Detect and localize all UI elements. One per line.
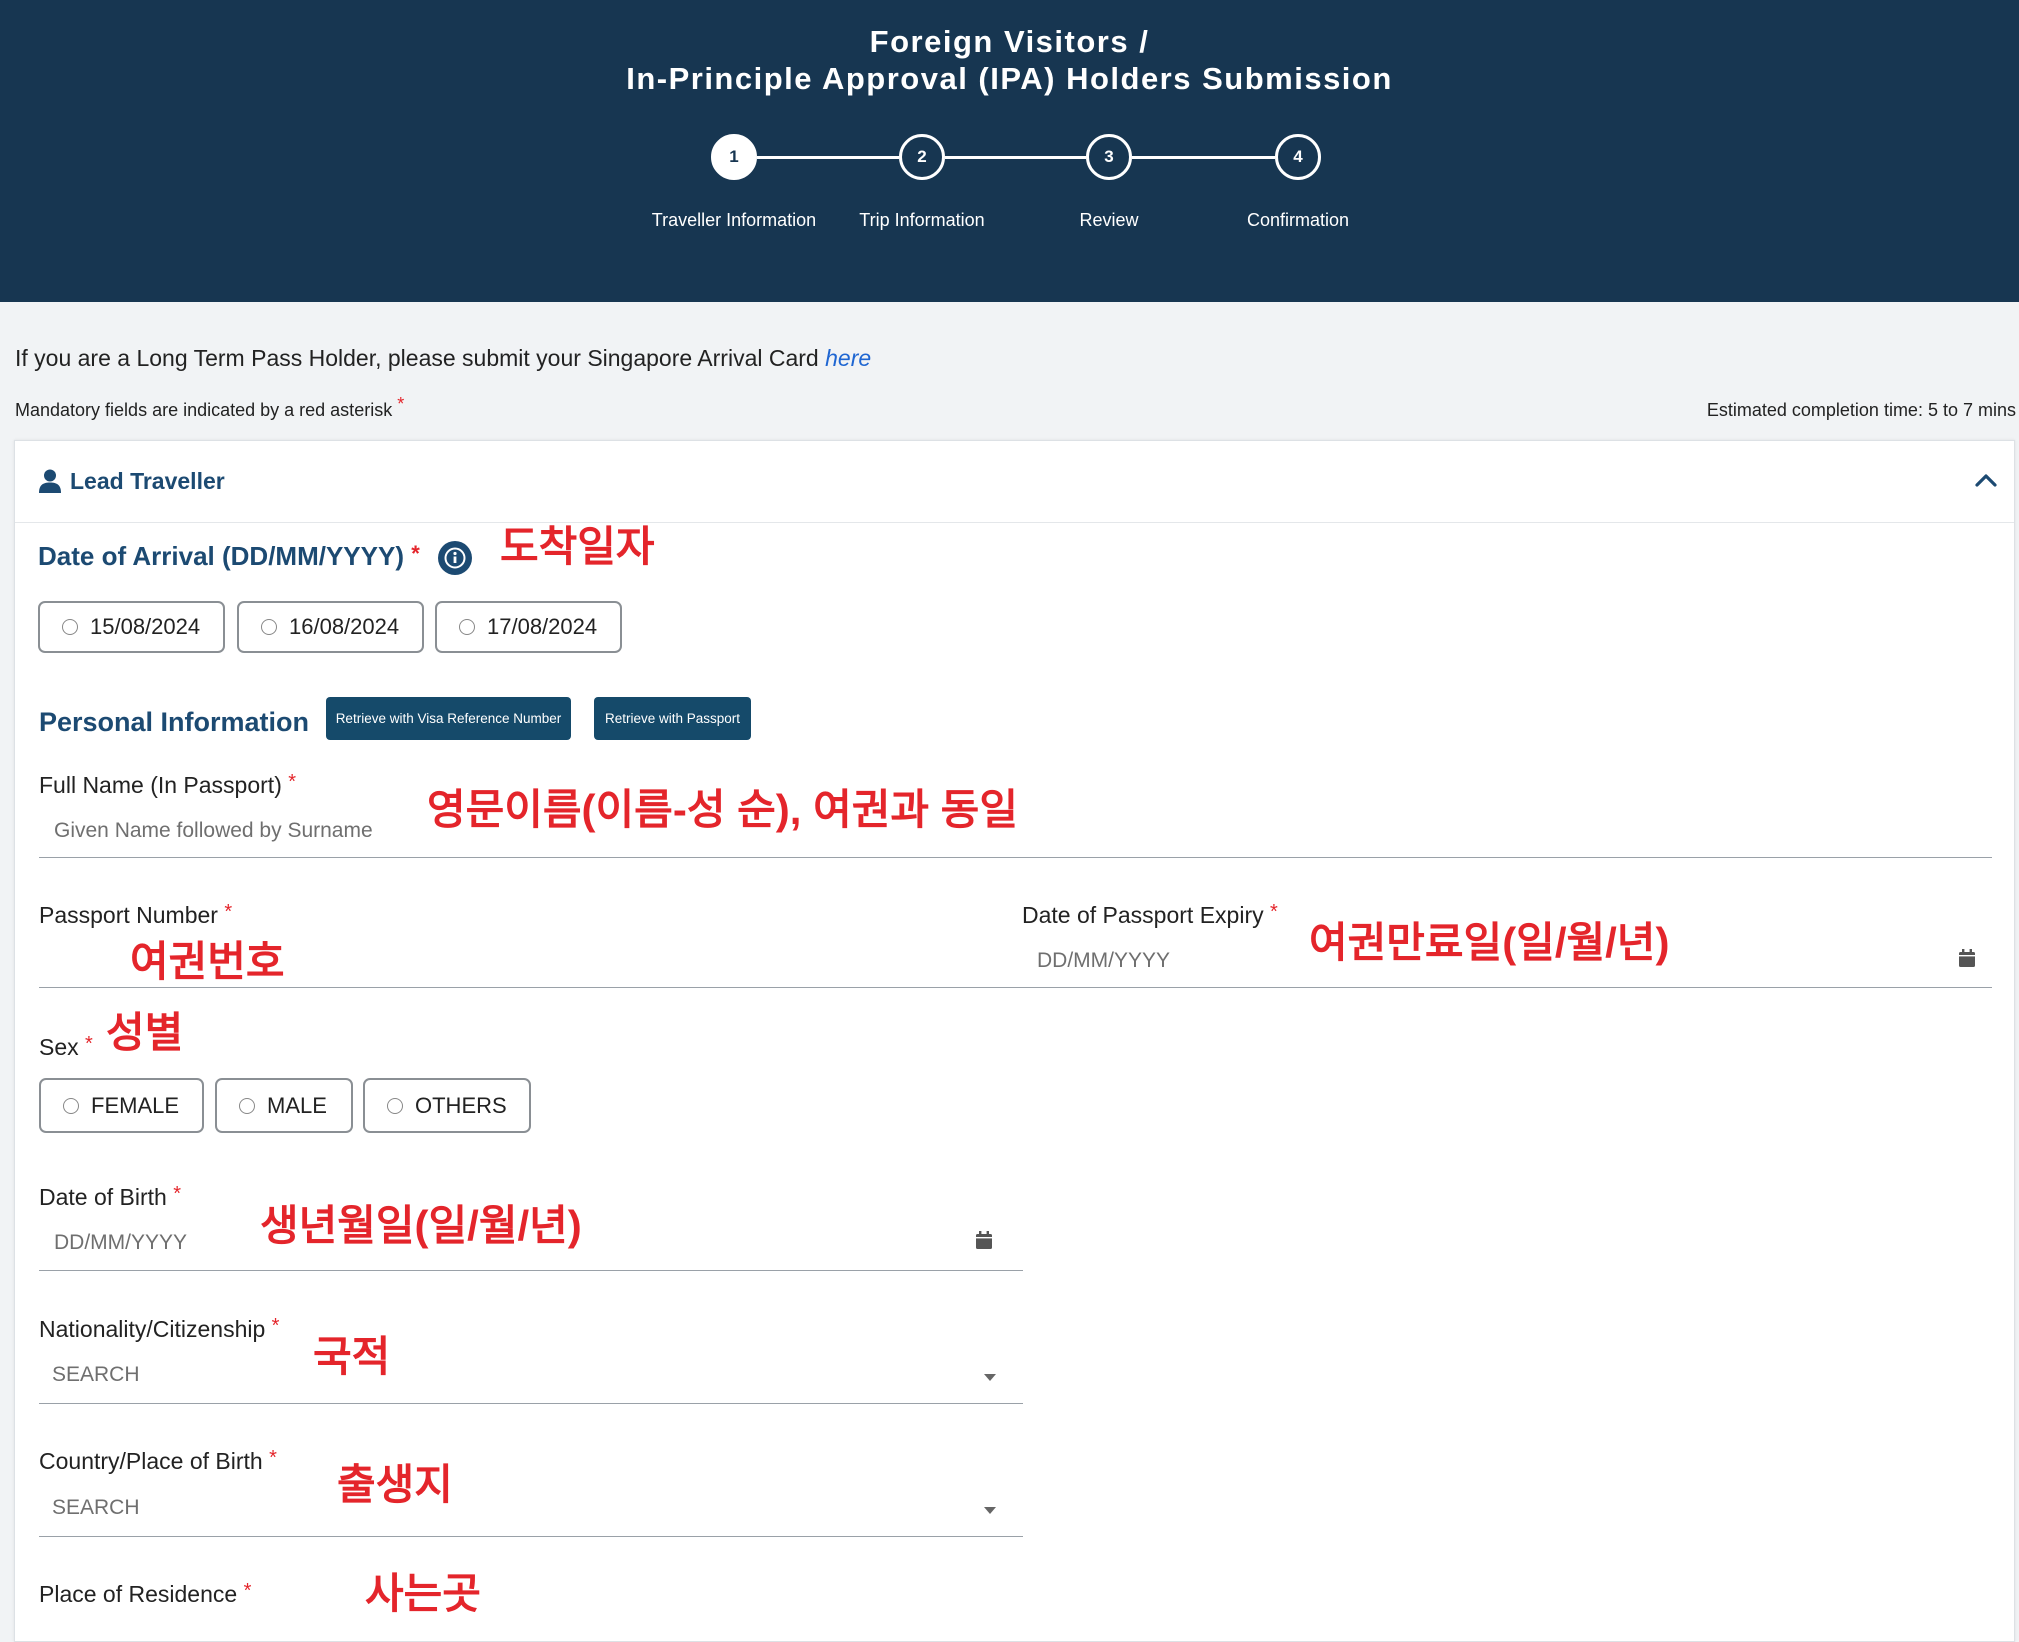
arrival-option-label: 17/08/2024 (487, 614, 598, 639)
sex-option-label: MALE (267, 1092, 327, 1118)
stepper-connector (945, 156, 1086, 159)
full-name-label: Full Name (In Passport) * (39, 771, 297, 799)
chevron-up-icon[interactable] (1975, 473, 1997, 487)
required-asterisk: * (224, 901, 233, 923)
radio-circle-icon (239, 1097, 255, 1114)
required-asterisk: * (85, 1033, 93, 1055)
passport-expiry-label: Date of Passport Expiry * (1022, 901, 1278, 929)
calendar-icon[interactable] (1959, 949, 1975, 967)
mandatory-note-text: Mandatory fields are indicated by a red … (15, 400, 393, 420)
notice-text: If you are a Long Term Pass Holder, plea… (15, 345, 819, 371)
required-asterisk: * (243, 1580, 252, 1602)
sex-label: Sex * (39, 1033, 93, 1061)
passport-expiry-input[interactable]: DD/MM/YYYY (1037, 949, 1170, 973)
step-3-indicator: 3 (1086, 134, 1132, 180)
step-3-label: Review (1079, 210, 1139, 230)
passport-expiry-annotation: 여권만료일(일/월/년) (1309, 919, 1670, 966)
required-asterisk: * (1270, 901, 1278, 923)
required-asterisk: * (173, 1183, 182, 1205)
dob-label-text: Date of Birth (39, 1184, 167, 1210)
radio-circle-icon (261, 619, 277, 635)
birth-place-underline (39, 1536, 1023, 1537)
mandatory-note: Mandatory fields are indicated by a red … (15, 394, 404, 421)
arrival-option-1[interactable]: 15/08/2024 (38, 601, 225, 653)
page-header: Foreign Visitors / In-Principle Approval… (0, 0, 2019, 302)
sex-annotation: 성별 (106, 1009, 184, 1056)
nationality-underline (39, 1403, 1023, 1404)
nationality-annotation: 국적 (313, 1333, 391, 1380)
passport-number-label-text: Passport Number (39, 902, 218, 928)
passport-expiry-label-text: Date of Passport Expiry (1022, 902, 1264, 928)
required-asterisk: * (269, 1447, 277, 1469)
lead-traveller-header[interactable]: Lead Traveller (15, 441, 2014, 523)
step-1-indicator: 1 (711, 134, 757, 180)
nationality-label-text: Nationality/Citizenship (39, 1316, 266, 1342)
dob-input[interactable]: DD/MM/YYYY (54, 1231, 187, 1255)
residence-annotation: 사는곳 (365, 1570, 481, 1617)
sex-option-label: OTHERS (415, 1092, 507, 1118)
radio-circle-icon (387, 1097, 403, 1114)
info-icon[interactable] (437, 540, 473, 576)
birth-place-annotation: 출생지 (337, 1461, 453, 1508)
required-asterisk: * (288, 771, 297, 793)
dropdown-caret-icon[interactable] (984, 1507, 996, 1514)
nationality-select[interactable]: SEARCH (52, 1363, 140, 1387)
passport-number-label: Passport Number * (39, 901, 233, 929)
dob-label: Date of Birth * (39, 1183, 182, 1211)
retrieve-visa-button[interactable]: Retrieve with Visa Reference Number (326, 697, 571, 740)
user-icon (39, 469, 61, 493)
arrival-annotation: 도착일자 (500, 523, 655, 570)
dropdown-caret-icon[interactable] (984, 1374, 996, 1381)
radio-circle-icon (459, 619, 475, 635)
sex-option-male[interactable]: MALE (215, 1078, 353, 1133)
completion-time: Estimated completion time: 5 to 7 mins (1706, 400, 2016, 420)
step-2-indicator: 2 (899, 134, 945, 180)
required-asterisk: * (271, 1315, 280, 1337)
required-asterisk: * (411, 541, 420, 566)
arrival-option-2[interactable]: 16/08/2024 (237, 601, 424, 653)
passport-number-underline (39, 987, 1023, 988)
retrieve-passport-button[interactable]: Retrieve with Passport (594, 697, 751, 740)
passport-number-annotation: 여권번호 (130, 938, 285, 985)
step-4-label: Confirmation (1246, 210, 1350, 230)
dob-underline (39, 1270, 1023, 1271)
radio-circle-icon (63, 1097, 79, 1114)
dob-annotation: 생년월일(일/월/년) (260, 1202, 582, 1249)
page-title-line1: Foreign Visitors / (869, 24, 1150, 59)
long-term-pass-notice: If you are a Long Term Pass Holder, plea… (15, 345, 871, 372)
personal-info-title: Personal Information (39, 707, 310, 737)
full-name-label-text: Full Name (In Passport) (39, 772, 282, 798)
arrival-option-3[interactable]: 17/08/2024 (435, 601, 622, 653)
residence-label: Place of Residence * (39, 1580, 252, 1608)
birth-place-select[interactable]: SEARCH (52, 1496, 140, 1520)
arrival-date-label: Date of Arrival (DD/MM/YYYY) * (38, 541, 420, 572)
nationality-label: Nationality/Citizenship * (39, 1315, 280, 1343)
notice-here-link[interactable]: here (825, 345, 871, 371)
stepper-connector (757, 156, 899, 159)
step-1-label: Traveller Information (651, 210, 817, 230)
birth-place-label-text: Country/Place of Birth (39, 1448, 263, 1474)
step-4-indicator: 4 (1275, 134, 1321, 180)
page-title-line2: In-Principle Approval (IPA) Holders Subm… (626, 61, 1393, 96)
arrival-date-label-text: Date of Arrival (DD/MM/YYYY) (38, 541, 404, 571)
full-name-input[interactable]: Given Name followed by Surname (54, 819, 373, 843)
residence-label-text: Place of Residence (39, 1581, 238, 1607)
calendar-icon[interactable] (976, 1231, 992, 1249)
sex-option-others[interactable]: OTHERS (363, 1078, 531, 1133)
arrival-option-label: 15/08/2024 (90, 614, 201, 639)
lead-traveller-title: Lead Traveller (70, 468, 225, 494)
birth-place-label: Country/Place of Birth * (39, 1447, 277, 1475)
stepper-connector (1132, 156, 1275, 159)
radio-circle-icon (62, 619, 78, 635)
full-name-underline (39, 857, 1992, 858)
sex-label-text: Sex (39, 1034, 79, 1060)
full-name-annotation: 영문이름(이름-성 순), 여권과 동일 (427, 786, 1018, 833)
sex-option-female[interactable]: FEMALE (39, 1078, 204, 1133)
passport-expiry-underline (1022, 987, 1992, 988)
sex-option-label: FEMALE (91, 1092, 180, 1118)
required-asterisk: * (397, 394, 405, 414)
arrival-option-label: 16/08/2024 (289, 614, 400, 639)
lead-traveller-card: Lead Traveller Date of Arrival (DD/MM/YY… (14, 440, 2015, 1642)
